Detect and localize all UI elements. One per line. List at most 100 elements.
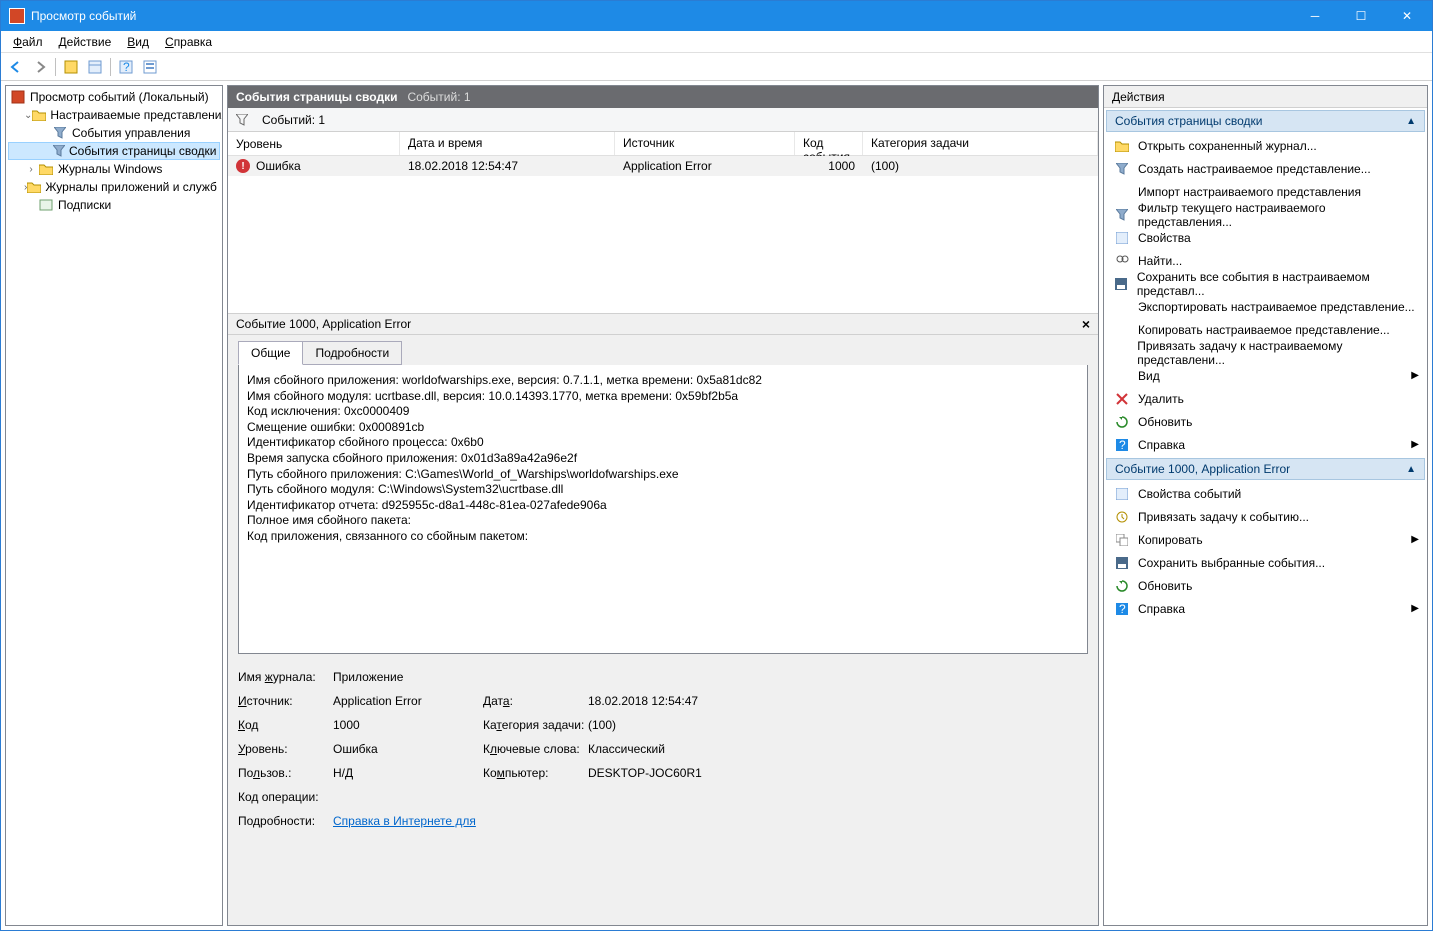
action-copy[interactable]: Копировать▶ [1106,528,1425,551]
action-refresh-2[interactable]: Обновить [1106,574,1425,597]
task-icon [1114,509,1130,525]
action-save-all-events[interactable]: Сохранить все события в настраиваемом пр… [1106,272,1425,295]
menu-action[interactable]: Действие [51,33,120,51]
copy-icon [1114,532,1130,548]
category-label: Категория задачи: [483,718,588,732]
tab-general[interactable]: Общие [238,341,303,365]
tree-custom-views[interactable]: ⌄ Настраиваемые представления [8,106,220,124]
opcode-label: Код операции: [238,790,333,804]
action-export-custom-view[interactable]: Экспортировать настраиваемое представлен… [1106,295,1425,318]
filter-icon [1114,207,1130,223]
action-view[interactable]: Вид▶ [1106,364,1425,387]
action-help-2[interactable]: ?Справка▶ [1106,597,1425,620]
chevron-right-icon: ▶ [1411,439,1419,450]
actions-panel: Действия События страницы сводки ▲ Откры… [1103,85,1428,926]
tab-details[interactable]: Подробности [302,341,402,365]
details-label: Подробности: [238,814,333,828]
refresh-icon [1114,414,1130,430]
actions-header: Действия [1104,86,1427,108]
menu-file[interactable]: Файл [5,33,51,51]
event-detail-title: Событие 1000, Application Error [236,317,411,331]
tree-app-logs[interactable]: › Журналы приложений и служб [8,178,220,196]
menu-view[interactable]: Вид [119,33,157,51]
folder-icon [32,107,46,123]
action-create-custom-view[interactable]: Создать настраиваемое представление... [1106,157,1425,180]
menu-help[interactable]: Справка [157,33,220,51]
col-category[interactable]: Категория задачи [863,132,1098,155]
folder-icon [27,179,41,195]
tree-panel: Просмотр событий (Локальный) ⌄ Настраива… [5,85,223,926]
events-header: События страницы сводки Событий: 1 [228,86,1098,108]
collapse-icon: ▲ [1406,464,1416,475]
actions-section-1[interactable]: События страницы сводки ▲ [1106,110,1425,132]
forward-button[interactable] [29,56,51,78]
date-label: Дата: [483,694,588,708]
keywords-label: Ключевые слова: [483,742,588,756]
collapse-icon[interactable]: ⌄ [24,110,32,121]
help-button[interactable]: ? [115,56,137,78]
event-row[interactable]: !Ошибка 18.02.2018 12:54:47 Application … [228,156,1098,176]
actions-section-2[interactable]: Событие 1000, Application Error ▲ [1106,458,1425,480]
action-save-selected[interactable]: Сохранить выбранные события... [1106,551,1425,574]
tree-admin-events[interactable]: События управления [8,124,220,142]
toolbar: ? [1,53,1432,81]
svg-text:?: ? [1119,439,1126,451]
tree-subscriptions[interactable]: Подписки [8,196,220,214]
log-name-label: Имя журнала: [238,670,333,684]
filter-icon [1114,161,1130,177]
folder-icon [38,161,54,177]
online-help-link[interactable]: Справка в Интернете для [333,814,476,828]
close-button[interactable]: ✕ [1384,1,1430,31]
save-icon [1114,555,1130,571]
show-hide-tree-button[interactable] [60,56,82,78]
source-label: Источник: [238,694,333,708]
expand-icon[interactable]: › [24,164,38,175]
minimize-button[interactable]: ─ [1292,1,1338,31]
col-source[interactable]: Источник [615,132,795,155]
find-icon [1114,253,1130,269]
event-detail-title-bar: Событие 1000, Application Error × [228,313,1098,335]
action-help[interactable]: ?Справка▶ [1106,433,1425,456]
menu-bar: Файл Действие Вид Справка [1,31,1432,53]
help-icon: ? [1114,601,1130,617]
filter-row: Событий: 1 [228,108,1098,132]
tree-summary-events[interactable]: События страницы сводки [8,142,220,160]
back-button[interactable] [5,56,27,78]
action-delete[interactable]: Удалить [1106,387,1425,410]
view-button[interactable] [139,56,161,78]
close-detail-button[interactable]: × [1082,316,1090,332]
chevron-right-icon: ▶ [1411,534,1419,545]
action-filter-current[interactable]: Фильтр текущего настраиваемого представл… [1106,203,1425,226]
col-date[interactable]: Дата и время [400,132,615,155]
properties-button[interactable] [84,56,106,78]
action-event-properties[interactable]: Свойства событий [1106,482,1425,505]
action-properties[interactable]: Свойства [1106,226,1425,249]
tree-windows-logs[interactable]: › Журналы Windows [8,160,220,178]
action-attach-task-view[interactable]: Привязать задачу к настраиваемому предст… [1106,341,1425,364]
tree-root[interactable]: Просмотр событий (Локальный) [8,88,220,106]
col-level[interactable]: Уровень [228,132,400,155]
svg-text:?: ? [123,60,130,74]
svg-text:?: ? [1119,603,1126,615]
chevron-right-icon: ▶ [1411,370,1419,381]
user-label: Пользов.: [238,766,333,780]
computer-label: Компьютер: [483,766,588,780]
level-label: Уровень: [238,742,333,756]
title-bar: Просмотр событий ─ ☐ ✕ [1,1,1432,31]
action-attach-task-event[interactable]: Привязать задачу к событию... [1106,505,1425,528]
properties-icon [1114,230,1130,246]
error-icon: ! [236,159,250,173]
code-label: Код [238,718,333,732]
action-open-saved-log[interactable]: Открыть сохраненный журнал... [1106,134,1425,157]
open-icon [1114,138,1130,154]
collapse-icon: ▲ [1406,116,1416,127]
filter-icon [53,143,65,159]
app-icon [9,8,25,24]
event-detail-text[interactable]: Имя сбойного приложения: worldofwarships… [238,365,1088,654]
subscriptions-icon [38,197,54,213]
action-refresh[interactable]: Обновить [1106,410,1425,433]
save-icon [1114,276,1129,292]
properties-icon [1114,486,1130,502]
maximize-button[interactable]: ☐ [1338,1,1384,31]
col-code[interactable]: Код события [795,132,863,155]
